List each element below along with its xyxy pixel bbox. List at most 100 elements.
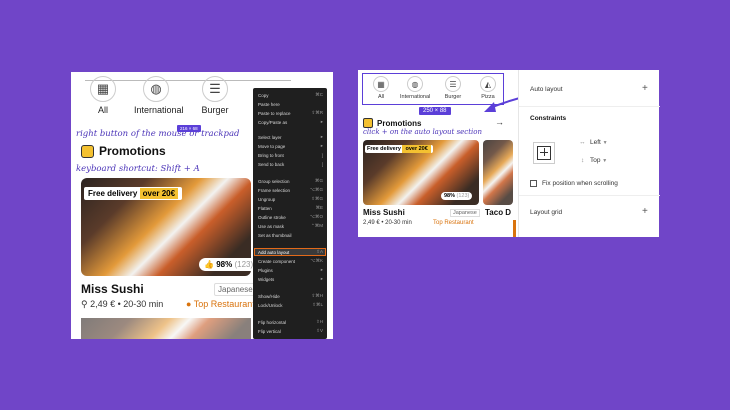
category-international[interactable]: ◍ International bbox=[134, 76, 184, 115]
properties-panel: Auto layout + Constraints ↔ Left ▼ ↕ Top… bbox=[518, 70, 660, 237]
menu-key: ⇧V bbox=[316, 328, 323, 333]
menu-label: Select layer bbox=[258, 134, 282, 140]
menu-item-add-auto-layout[interactable]: Add auto layout ⇧A bbox=[254, 248, 326, 256]
menu-item-paste-replace[interactable]: Paste to replace ⇧⌘R bbox=[258, 110, 323, 116]
menu-label: Create component bbox=[258, 258, 296, 264]
top-restaurant-label: ● Top Restaurant bbox=[186, 299, 255, 309]
menu-item-lock[interactable]: Lock/Unlock ⇧⌘L bbox=[258, 302, 323, 308]
promotions-title: Promotions bbox=[377, 118, 422, 128]
menu-label: Lock/Unlock bbox=[258, 302, 283, 308]
menu-item-paste-here[interactable]: Paste here bbox=[258, 101, 323, 107]
menu-label: Bring to front bbox=[258, 152, 284, 158]
menu-label: Group selection bbox=[258, 178, 290, 184]
horizontal-constraint-select[interactable]: Left ▼ bbox=[590, 139, 608, 146]
size-tag: 250 × 88 bbox=[419, 107, 451, 115]
annotation-shortcut: keyboard shortcut: Shift + A bbox=[76, 164, 200, 174]
menu-item-frame[interactable]: Frame selection ⌥⌘G bbox=[258, 187, 323, 193]
bike-icon: ⚲ bbox=[81, 299, 88, 309]
context-menu[interactable]: Copy ⌘C Paste here Paste to replace ⇧⌘R Co… bbox=[253, 88, 327, 339]
menu-item-show-hide[interactable]: Show/Hide ⇧⌘H bbox=[258, 293, 323, 299]
category-all-label: All bbox=[377, 94, 385, 100]
menu-key: ⇧A bbox=[316, 249, 323, 254]
second-card-image[interactable] bbox=[483, 140, 513, 205]
menu-item-ungroup[interactable]: Ungroup ⇧⌘G bbox=[258, 196, 323, 202]
cuisine-tag: Japanese bbox=[450, 209, 480, 217]
menu-label: Paste to replace bbox=[258, 110, 291, 116]
menu-label: Outline stroke bbox=[258, 214, 286, 220]
menu-item-thumbnail[interactable]: Set as thumbnail bbox=[258, 232, 323, 238]
menu-key: ▸ bbox=[320, 119, 323, 124]
category-international[interactable]: ◍ International bbox=[400, 76, 430, 100]
promotions-heading: Promotions bbox=[81, 144, 166, 158]
menu-label: Widgets bbox=[258, 276, 275, 282]
rating-count: (123) bbox=[456, 193, 470, 199]
menu-key: ⇧⌘L bbox=[312, 302, 323, 307]
next-card-image bbox=[81, 318, 251, 339]
category-international-label: International bbox=[400, 94, 431, 100]
menu-label: Use as mask bbox=[258, 223, 285, 229]
constraint-widget[interactable] bbox=[533, 142, 555, 164]
vertical-constraint-select[interactable]: Top ▼ bbox=[590, 157, 607, 164]
grid-icon: ▦ bbox=[373, 76, 389, 92]
category-all-label: All bbox=[97, 105, 108, 115]
menu-item-copy[interactable]: Copy ⌘C bbox=[258, 92, 323, 98]
menu-key: ▸ bbox=[320, 143, 323, 148]
category-burger[interactable]: ☰ Burger bbox=[193, 76, 237, 115]
card-meta-text: 2,49 € • 20-30 min bbox=[90, 299, 164, 309]
menu-item-create-component[interactable]: Create component ⌥⌘K bbox=[258, 258, 323, 264]
cuisine-tag: Japanese bbox=[214, 283, 257, 296]
category-burger[interactable]: ☰ Burger bbox=[438, 76, 468, 100]
menu-item-copy-paste-as[interactable]: Copy/Paste as ▸ bbox=[258, 119, 323, 125]
card-meta: 2,49 € • 20-30 min bbox=[363, 220, 412, 226]
top-restaurant-label: Top Restaurant bbox=[433, 220, 474, 226]
category-all[interactable]: ▦ All bbox=[81, 76, 125, 115]
menu-label: Show/Hide bbox=[258, 293, 280, 299]
delivery-label: Free delivery bbox=[88, 189, 138, 198]
menu-item-outline[interactable]: Outline stroke ⌥⌘O bbox=[258, 214, 323, 220]
category-all[interactable]: ▦ All bbox=[366, 76, 396, 100]
fix-position-checkbox[interactable] bbox=[530, 180, 537, 187]
menu-label: Flip horizontal bbox=[258, 319, 287, 325]
auto-layout-label: Auto layout bbox=[530, 86, 563, 93]
size-tag: 216 × 68 bbox=[177, 125, 201, 132]
menu-item-bring-front[interactable]: Bring to front] bbox=[258, 152, 323, 158]
vertical-constraint-value: Top bbox=[590, 157, 601, 164]
menu-item-select-layer[interactable]: Select layer ▸ bbox=[258, 134, 323, 140]
medal-icon: ● bbox=[186, 299, 192, 309]
rating-badge: 98% (123) bbox=[441, 192, 473, 200]
fix-position-label: Fix position when scrolling bbox=[542, 180, 618, 187]
menu-key: ⌃⌘M bbox=[310, 223, 323, 228]
menu-item-flip-v[interactable]: Flip vertical ⇧V bbox=[258, 328, 323, 334]
globe-icon: ◍ bbox=[407, 76, 423, 92]
horizontal-constraint-icon: ↔ bbox=[579, 139, 586, 146]
menu-key: ▸ bbox=[320, 134, 323, 139]
menu-key: ⌥⌘K bbox=[310, 258, 323, 263]
menu-item-group[interactable]: Group selection ⌘G bbox=[258, 178, 323, 184]
category-burger-label: Burger bbox=[444, 94, 462, 100]
delivery-badge: Free delivery over 20€ bbox=[84, 187, 183, 200]
menu-key: ⇧⌘G bbox=[311, 196, 323, 201]
card-title: Miss Sushi bbox=[363, 208, 405, 217]
menu-item-flip-h[interactable]: Flip horizontal ⇧H bbox=[258, 319, 323, 325]
divider bbox=[519, 106, 660, 107]
second-card-title: Taco D bbox=[485, 208, 512, 217]
scrollbar[interactable] bbox=[513, 220, 516, 237]
menu-key: ▸ bbox=[320, 267, 323, 272]
menu-item-widgets[interactable]: Widgets ▸ bbox=[258, 276, 323, 282]
menu-item-mask[interactable]: Use as mask ⌃⌘M bbox=[258, 223, 323, 229]
card-title: Miss Sushi bbox=[81, 282, 144, 296]
globe-icon: ◍ bbox=[143, 76, 169, 102]
delivery-value: over 20€ bbox=[402, 145, 431, 153]
delivery-badge: Free delivery over 20€ bbox=[365, 145, 433, 153]
menu-item-plugins[interactable]: Plugins ▸ bbox=[258, 267, 323, 273]
add-layout-grid-button[interactable]: + bbox=[642, 206, 648, 217]
chevron-down-icon: ▼ bbox=[602, 140, 608, 146]
arrow-right-icon[interactable]: → bbox=[495, 117, 504, 127]
burger-icon: ☰ bbox=[445, 76, 461, 92]
menu-item-send-back[interactable]: Send to back [ bbox=[258, 161, 323, 167]
menu-item-move-to-page[interactable]: Move to page ▸ bbox=[258, 143, 323, 149]
menu-item-flatten[interactable]: Flatten ⌘E bbox=[258, 205, 323, 211]
add-auto-layout-button[interactable]: + bbox=[642, 83, 648, 94]
menu-key: ] bbox=[321, 152, 323, 158]
menu-label: Send to back bbox=[258, 161, 285, 167]
